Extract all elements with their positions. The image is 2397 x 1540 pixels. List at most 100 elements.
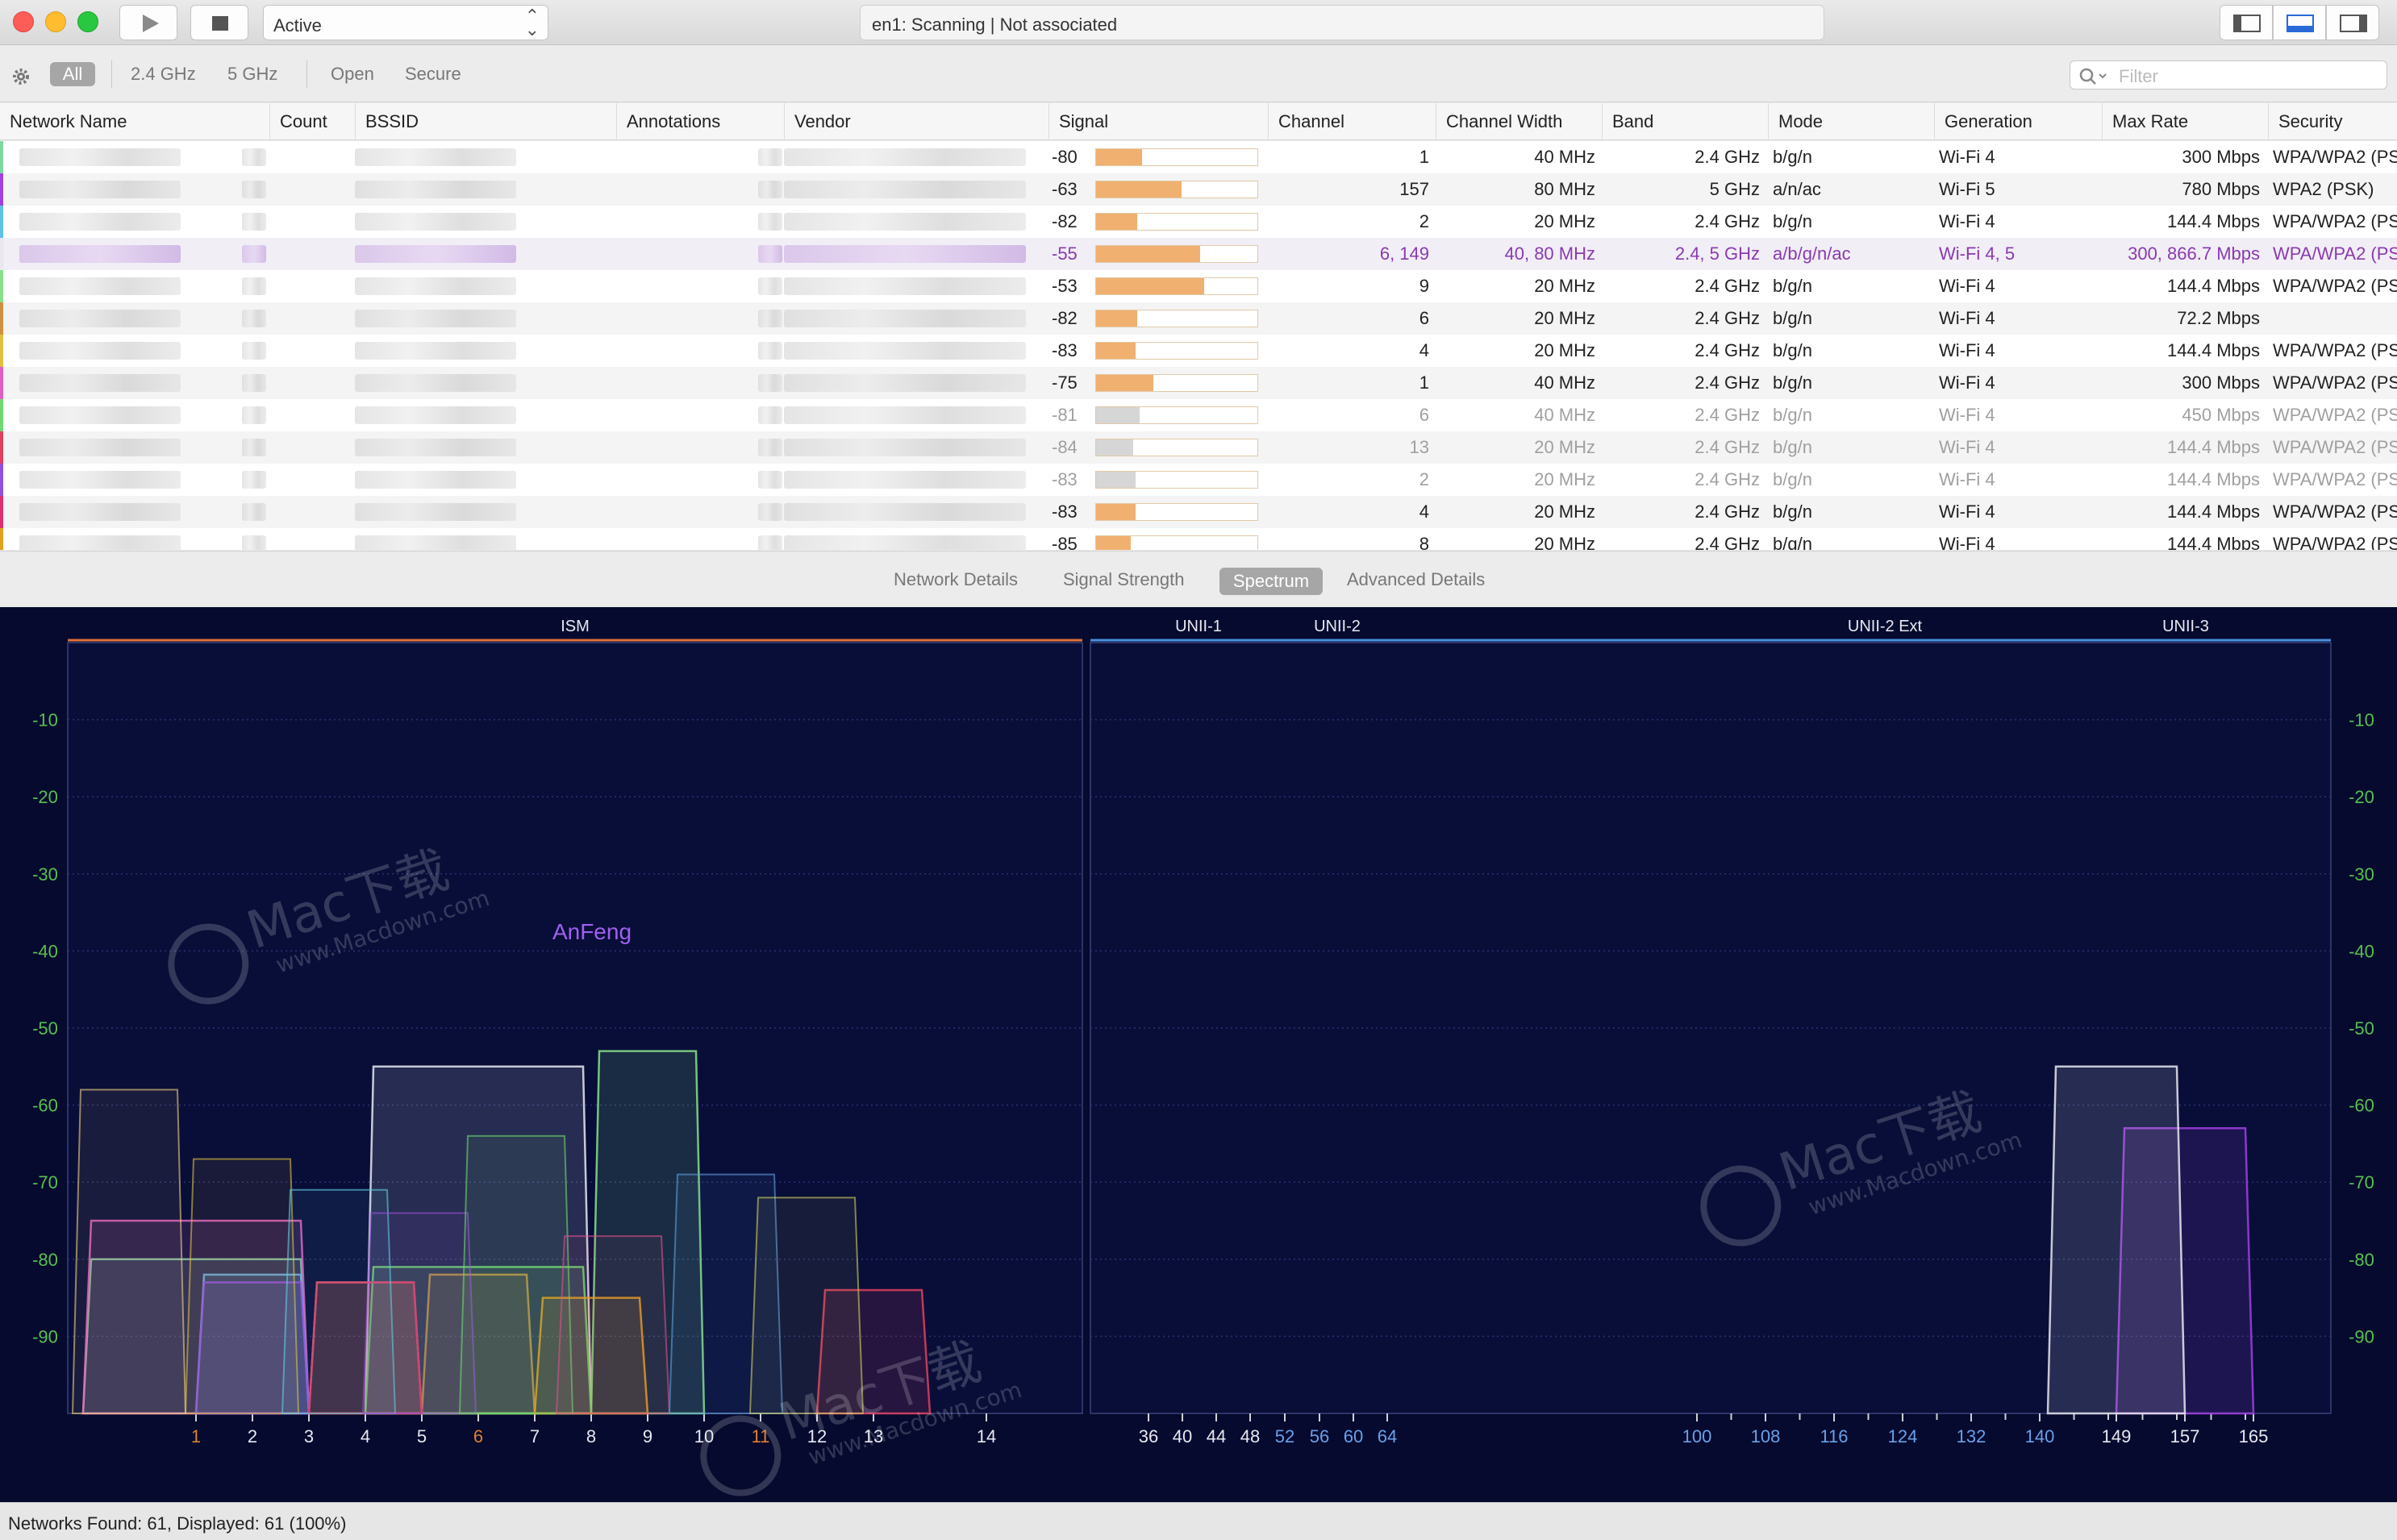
tab-spectrum[interactable]: Spectrum (1219, 568, 1323, 595)
table-row[interactable]: -83 4 20 MHz 2.4 GHz b/g/n Wi-Fi 4 144.4 Mbps W… (0, 496, 2397, 528)
redacted-network-name (19, 439, 181, 456)
y-tick-label-right: -70 (2349, 1172, 2374, 1192)
table-row[interactable]: -55 6, 149 40, 80 MHz 2.4, 5 GHz a/b/g/n/ac W… (0, 238, 2397, 270)
filter-search-field[interactable]: Filter (2070, 60, 2387, 89)
table-row[interactable]: -75 1 40 MHz 2.4 GHz b/g/n Wi-Fi 4 300 Mbps WPA… (0, 367, 2397, 399)
close-window-button[interactable] (13, 11, 34, 32)
table-row[interactable]: -84 13 20 MHz 2.4 GHz b/g/n Wi-Fi 4 144.4 Mbps… (0, 431, 2397, 464)
security-value: WPA/WPA2 (PS (2273, 535, 2397, 550)
column-security[interactable]: Security (2268, 103, 2397, 140)
table-row[interactable]: -82 6 20 MHz 2.4 GHz b/g/n Wi-Fi 4 72.2 Mbps (0, 302, 2397, 335)
generation-value: Wi-Fi 4, 5 (1939, 244, 2016, 264)
table-row[interactable]: -63 157 80 MHz 5 GHz a/n/ac Wi-Fi 5 780 Mbps WP… (0, 173, 2397, 206)
column-channel-width[interactable]: Channel Width (1436, 103, 1602, 140)
table-row[interactable]: -85 8 20 MHz 2.4 GHz b/g/n Wi-Fi 4 144.4 Mbps W… (0, 528, 2397, 550)
band-value: 2.4 GHz (1695, 535, 1760, 550)
band-value: 2.4 GHz (1695, 212, 1760, 231)
table-row[interactable]: -83 2 20 MHz 2.4 GHz b/g/n Wi-Fi 4 144.4 Mbps W… (0, 464, 2397, 496)
channel-value: 6 (1419, 406, 1429, 425)
redacted-bssid (355, 503, 516, 521)
redacted-count (242, 213, 266, 231)
redacted-bssid (355, 471, 516, 489)
redacted-network-name (19, 535, 181, 550)
column-count[interactable]: Count (269, 103, 355, 140)
redacted-count (242, 148, 266, 166)
column-signal[interactable]: Signal (1048, 103, 1268, 140)
max-rate-value: 300, 866.7 Mbps (2128, 244, 2260, 264)
unii-channel-label: 56 (1310, 1426, 1329, 1446)
column-vendor[interactable]: Vendor (784, 103, 1048, 140)
column-network-name[interactable]: Network Name (0, 103, 269, 140)
tab-signal-strength[interactable]: Signal Strength (1063, 569, 1184, 590)
band-value: 2.4 GHz (1695, 373, 1760, 393)
redacted-vendor (784, 406, 1026, 424)
redacted-count (242, 471, 266, 489)
column-annotations[interactable]: Annotations (616, 103, 784, 140)
y-tick-label-left: -90 (32, 1326, 58, 1346)
signal-value: -84 (1052, 438, 1078, 457)
signal-value: -75 (1052, 373, 1078, 393)
tab-advanced-details[interactable]: Advanced Details (1347, 569, 1485, 590)
scan-state-select[interactable]: Active ⌃ ⌄ (263, 5, 548, 40)
signal-bar-fill (1096, 278, 1205, 294)
table-row[interactable]: -81 6 40 MHz 2.4 GHz b/g/n Wi-Fi 4 450 Mbps WPA… (0, 399, 2397, 431)
filter-2-4-ghz[interactable]: 2.4 GHz (131, 64, 196, 85)
channel-value: 9 (1419, 277, 1429, 296)
column-channel[interactable]: Channel (1268, 103, 1436, 140)
redacted-vendor (784, 181, 1026, 198)
generation-value: Wi-Fi 5 (1939, 180, 1995, 199)
column-mode[interactable]: Mode (1768, 103, 1934, 140)
signal-bar-fill (1096, 181, 1182, 198)
table-row[interactable]: -83 4 20 MHz 2.4 GHz b/g/n Wi-Fi 4 144.4 Mbps W… (0, 335, 2397, 367)
column-band[interactable]: Band (1602, 103, 1768, 140)
max-rate-value: 144.4 Mbps (2167, 535, 2260, 550)
right-sidebar-toggle[interactable] (2326, 5, 2379, 40)
filter-5-ghz[interactable]: 5 GHz (227, 64, 277, 85)
tab-network-details[interactable]: Network Details (894, 569, 1018, 590)
filter-secure[interactable]: Secure (405, 64, 461, 85)
filter-open[interactable]: Open (331, 64, 374, 85)
signal-bar-fill (1096, 149, 1143, 165)
stop-scan-button[interactable] (190, 5, 248, 40)
filter-all[interactable]: All (50, 62, 95, 86)
minimize-window-button[interactable] (45, 11, 66, 32)
column-max-rate[interactable]: Max Rate (2102, 103, 2268, 140)
signal-bar-fill (1096, 407, 1140, 423)
start-scan-button[interactable] (119, 5, 177, 40)
unii-channel-label: 124 (1888, 1426, 1918, 1446)
bottom-panel-toggle[interactable] (2273, 5, 2326, 40)
generation-value: Wi-Fi 4 (1939, 502, 1995, 522)
redacted-annotation (758, 342, 782, 360)
search-icon (2079, 68, 2107, 85)
network-table-header: Network Name Count BSSID Annotations Ven… (0, 103, 2397, 140)
signal-bar (1095, 342, 1258, 360)
column-bssid[interactable]: BSSID (355, 103, 616, 140)
table-row[interactable]: -82 2 20 MHz 2.4 GHz b/g/n Wi-Fi 4 144.4 Mbps W… (0, 206, 2397, 238)
redacted-bssid (355, 245, 516, 263)
y-tick-label-right: -60 (2349, 1096, 2374, 1116)
redacted-vendor (784, 342, 1026, 360)
column-generation[interactable]: Generation (1934, 103, 2102, 140)
network-color-swatch (0, 270, 3, 302)
unii-channel-label: 60 (1344, 1426, 1363, 1446)
gear-icon[interactable] (10, 65, 32, 88)
security-value: WPA/WPA2 (PS (2273, 148, 2397, 167)
generation-value: Wi-Fi 4 (1939, 277, 1995, 296)
network-color-swatch (0, 431, 3, 464)
spectrum-chart: ISM UNII-1 UNII-2 UNII-2 Ext UNII-3 -10 -10 -20… (32, 618, 2374, 1496)
table-row[interactable]: -80 1 40 MHz 2.4 GHz b/g/n Wi-Fi 4 300 Mbps WPA… (0, 141, 2397, 173)
y-tick-label-left: -70 (32, 1172, 58, 1192)
security-value: WPA/WPA2 (PS (2273, 341, 2397, 360)
mode-value: b/g/n (1773, 277, 1812, 296)
left-sidebar-toggle[interactable] (2220, 5, 2273, 40)
band-label-unii2-ext: UNII-2 Ext (1848, 618, 1923, 635)
band-value: 2.4, 5 GHz (1674, 244, 1760, 264)
signal-bar-fill (1096, 375, 1154, 391)
ism-channel-label: 2 (248, 1426, 257, 1446)
redacted-count (242, 245, 266, 263)
signal-bar-fill (1096, 536, 1131, 550)
table-row[interactable]: -53 9 20 MHz 2.4 GHz b/g/n Wi-Fi 4 144.4 Mbps W… (0, 270, 2397, 302)
zoom-window-button[interactable] (77, 11, 98, 32)
channel-width-value: 40 MHz (1534, 406, 1595, 425)
chevron-updown-icon: ⌃ ⌄ (524, 6, 540, 40)
